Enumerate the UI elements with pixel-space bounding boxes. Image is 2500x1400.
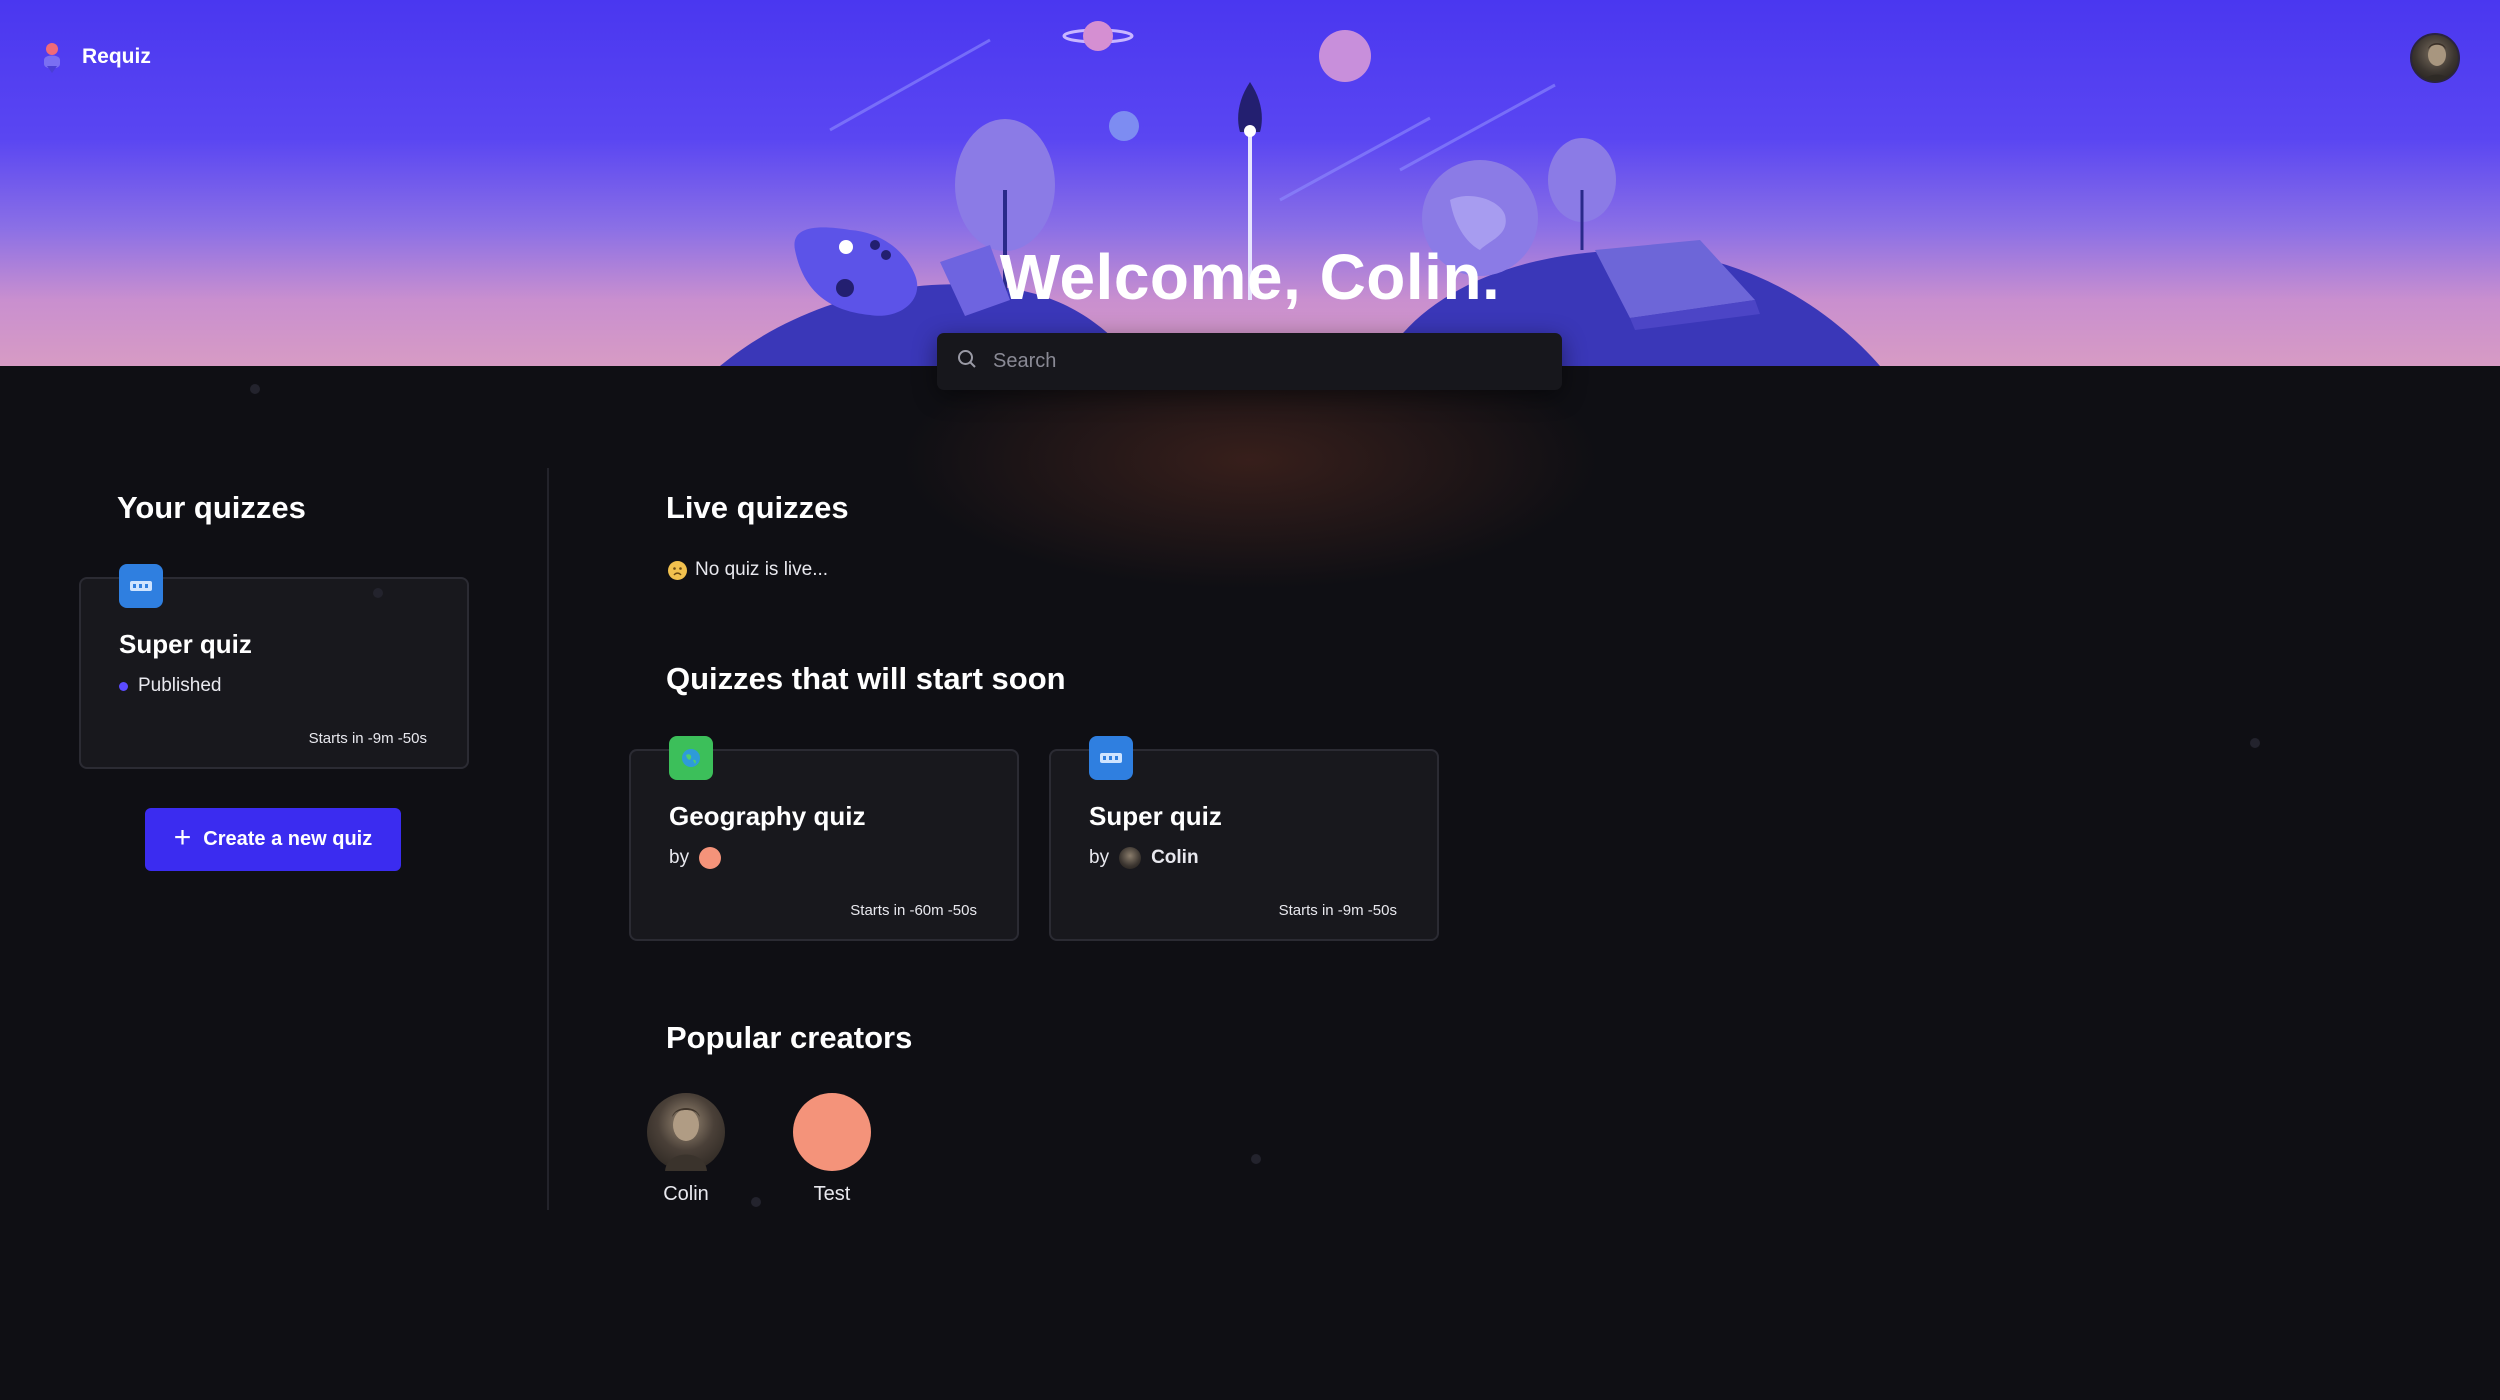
no-live-text: No quiz is live... bbox=[695, 559, 829, 580]
status-dot bbox=[119, 681, 128, 691]
decorative-dot bbox=[2250, 738, 2260, 748]
soon-quiz-card[interactable]: Super quiz by Colin Starts in -9m -50s bbox=[1049, 736, 1439, 941]
quiz-title: Super quiz bbox=[1089, 801, 1222, 831]
globe-icon bbox=[669, 736, 713, 780]
decorative-dot bbox=[751, 1197, 761, 1207]
creator-name: Test bbox=[813, 1183, 851, 1205]
creator-avatar bbox=[793, 1093, 871, 1171]
quiz-start-time: Starts in -9m -50s bbox=[308, 730, 427, 747]
quiz-title: Super quiz bbox=[119, 629, 252, 659]
popular-creators-title: Popular creators bbox=[666, 1020, 913, 1055]
author-avatar bbox=[699, 847, 722, 869]
no-live-message: No quiz is live... bbox=[668, 559, 828, 581]
by-label: by bbox=[669, 847, 690, 868]
rocket-logo-icon bbox=[38, 40, 66, 74]
soon-quiz-card[interactable]: Geography quiz by Starts in -60m -50s bbox=[629, 736, 1019, 941]
sad-face-icon bbox=[668, 560, 687, 580]
search-input[interactable] bbox=[993, 350, 1553, 373]
creator-name: Colin bbox=[663, 1183, 709, 1205]
film-icon bbox=[119, 564, 163, 608]
decorative-dot bbox=[1251, 1154, 1261, 1164]
column-divider bbox=[547, 468, 549, 1210]
quiz-author: by Colin bbox=[1089, 847, 1199, 869]
author-name: Colin bbox=[1151, 847, 1199, 868]
app-logo[interactable]: Requiz bbox=[38, 40, 151, 74]
search-bar[interactable] bbox=[937, 333, 1562, 390]
create-quiz-button[interactable]: + Create a new quiz bbox=[145, 808, 401, 871]
quiz-author: by bbox=[669, 847, 722, 869]
author-avatar bbox=[1119, 847, 1142, 869]
live-quizzes-title: Live quizzes bbox=[666, 490, 849, 525]
your-quiz-card[interactable]: Super quiz Published Starts in -9m -50s bbox=[79, 564, 469, 769]
your-quizzes-title: Your quizzes bbox=[117, 490, 306, 525]
soon-quizzes-title: Quizzes that will start soon bbox=[666, 661, 1066, 696]
decorative-dot bbox=[373, 588, 383, 598]
plus-icon: + bbox=[173, 821, 192, 854]
film-icon bbox=[1089, 736, 1133, 780]
create-quiz-label: Create a new quiz bbox=[203, 828, 373, 850]
creator-avatar bbox=[647, 1093, 725, 1171]
search-icon bbox=[957, 349, 977, 374]
status-label: Published bbox=[138, 675, 222, 696]
app-name: Requiz bbox=[82, 45, 151, 68]
decorative-dot bbox=[250, 384, 260, 394]
user-avatar[interactable] bbox=[2410, 33, 2460, 83]
creator-item[interactable]: Colin bbox=[646, 1093, 726, 1206]
quiz-status: Published bbox=[119, 675, 221, 697]
welcome-heading: Welcome, Colin. bbox=[999, 241, 1501, 313]
quiz-start-time: Starts in -60m -50s bbox=[850, 902, 977, 919]
quiz-start-time: Starts in -9m -50s bbox=[1278, 902, 1397, 919]
creator-item[interactable]: Test bbox=[792, 1093, 872, 1206]
by-label: by bbox=[1089, 847, 1110, 868]
quiz-title: Geography quiz bbox=[669, 801, 866, 831]
